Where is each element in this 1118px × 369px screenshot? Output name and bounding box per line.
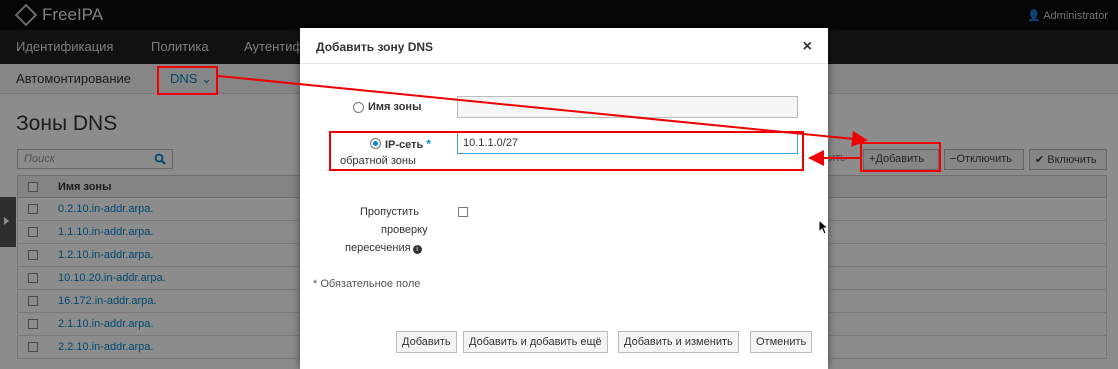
- add-dns-zone-dialog: Добавить зону DNS × Имя зоны IP-сеть * об…: [300, 28, 828, 369]
- zone-name-radio[interactable]: [353, 102, 364, 113]
- dialog-header: Добавить зону DNS ×: [300, 28, 828, 64]
- annotation-box-dns: [157, 66, 218, 95]
- zone-name-label: Имя зоны: [368, 101, 422, 113]
- info-icon[interactable]: i: [412, 245, 422, 254]
- skip-overlap-checkbox[interactable]: [458, 207, 468, 217]
- dialog-add-button[interactable]: Добавить: [396, 331, 457, 353]
- close-icon[interactable]: ×: [803, 38, 812, 56]
- mouse-cursor-icon: [818, 219, 828, 235]
- dialog-cancel-button[interactable]: Отменить: [750, 331, 813, 353]
- skip-check-label-3-text: пересечения: [345, 242, 411, 254]
- skip-check-label-3: пересечения i: [345, 242, 422, 254]
- annotation-box-ip: [329, 131, 804, 171]
- dialog-title: Добавить зону DNS: [316, 40, 434, 54]
- dialog-add-edit-button[interactable]: Добавить и изменить: [618, 331, 739, 353]
- skip-check-label-1: Пропустить: [360, 206, 419, 218]
- required-field-note: * Обязательное поле: [313, 278, 421, 290]
- dialog-add-another-button[interactable]: Добавить и добавить ещё: [463, 331, 608, 353]
- annotation-box-add: [860, 142, 941, 172]
- skip-check-label-2: проверку: [381, 224, 428, 236]
- zone-name-field[interactable]: [457, 96, 798, 118]
